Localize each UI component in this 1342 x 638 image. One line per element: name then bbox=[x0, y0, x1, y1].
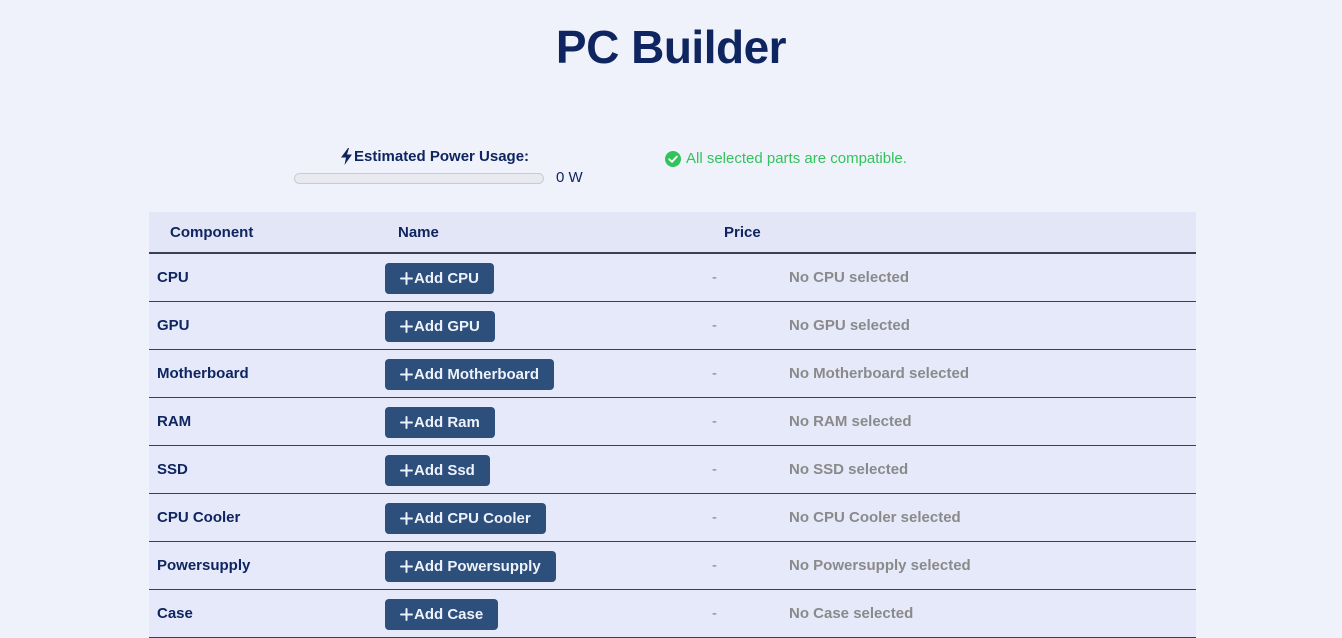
plus-icon bbox=[400, 272, 413, 285]
component-name: GPU bbox=[157, 317, 190, 334]
power-usage-bar bbox=[294, 173, 544, 184]
component-name: SSD bbox=[157, 461, 188, 478]
compatibility-message: All selected parts are compatible. bbox=[686, 150, 907, 167]
table-row: CPU Add CPU - No CPU selected bbox=[149, 254, 1196, 302]
table-row: Case Add Case - No Case selected bbox=[149, 590, 1196, 638]
table-row: Motherboard Add Motherboard - No Motherb… bbox=[149, 350, 1196, 398]
part-price: - bbox=[712, 317, 717, 334]
table-row: RAM Add Ram - No RAM selected bbox=[149, 398, 1196, 446]
component-name: CPU Cooler bbox=[157, 509, 241, 526]
add-part-button-label: Add Ssd bbox=[414, 462, 475, 479]
add-part-button-label: Add Powersupply bbox=[414, 558, 541, 575]
part-price: - bbox=[712, 413, 717, 430]
page-title: PC Builder bbox=[555, 21, 787, 73]
bolt-icon bbox=[340, 148, 353, 165]
component-name: RAM bbox=[157, 413, 192, 430]
power-usage-value: 0 W bbox=[556, 169, 583, 186]
part-price: - bbox=[712, 461, 717, 478]
add-part-button-label: Add Motherboard bbox=[414, 366, 539, 383]
part-selection-status: No CPU selected bbox=[789, 269, 910, 286]
part-selection-status: No Powersupply selected bbox=[789, 557, 971, 574]
plus-icon bbox=[400, 368, 413, 381]
table-row: SSD Add Ssd - No SSD selected bbox=[149, 446, 1196, 494]
component-name: CPU bbox=[157, 269, 189, 286]
parts-table: Component Name Price CPU Add CPU - No CP… bbox=[149, 212, 1196, 638]
table-body: CPU Add CPU - No CPU selected GPU Add GP… bbox=[149, 254, 1196, 638]
header-name: Name bbox=[398, 224, 439, 241]
part-price: - bbox=[712, 509, 717, 526]
add-part-button-label: Add Case bbox=[414, 606, 484, 623]
plus-icon bbox=[400, 416, 413, 429]
part-price: - bbox=[712, 605, 717, 622]
header-price: Price bbox=[724, 224, 761, 241]
add-part-button[interactable]: Add Ssd bbox=[385, 455, 490, 486]
part-selection-status: No CPU Cooler selected bbox=[789, 509, 961, 526]
add-part-button[interactable]: Add Ram bbox=[385, 407, 495, 438]
component-name: Powersupply bbox=[157, 557, 251, 574]
power-usage-label: Estimated Power Usage: bbox=[354, 148, 530, 165]
add-part-button[interactable]: Add Powersupply bbox=[385, 551, 556, 582]
header-component: Component bbox=[170, 224, 254, 241]
table-header: Component Name Price bbox=[149, 212, 1196, 254]
add-part-button-label: Add CPU Cooler bbox=[414, 510, 531, 527]
component-name: Motherboard bbox=[157, 365, 249, 382]
add-part-button[interactable]: Add CPU Cooler bbox=[385, 503, 546, 534]
table-row: CPU Cooler Add CPU Cooler - No CPU Coole… bbox=[149, 494, 1196, 542]
compatibility-status: All selected parts are compatible. bbox=[665, 150, 907, 167]
plus-icon bbox=[400, 512, 413, 525]
part-price: - bbox=[712, 365, 717, 382]
add-part-button[interactable]: Add GPU bbox=[385, 311, 495, 342]
part-selection-status: No GPU selected bbox=[789, 317, 910, 334]
add-part-button-label: Add Ram bbox=[414, 414, 480, 431]
component-name: Case bbox=[157, 605, 193, 622]
part-price: - bbox=[712, 557, 717, 574]
check-circle-icon bbox=[665, 150, 681, 167]
part-selection-status: No Case selected bbox=[789, 605, 914, 622]
add-part-button[interactable]: Add CPU bbox=[385, 263, 494, 294]
table-row: Powersupply Add Powersupply - No Powersu… bbox=[149, 542, 1196, 590]
table-row: GPU Add GPU - No GPU selected bbox=[149, 302, 1196, 350]
part-selection-status: No Motherboard selected bbox=[789, 365, 970, 382]
add-part-button-label: Add CPU bbox=[414, 270, 479, 287]
part-selection-status: No RAM selected bbox=[789, 413, 912, 430]
plus-icon bbox=[400, 320, 413, 333]
add-part-button[interactable]: Add Motherboard bbox=[385, 359, 554, 390]
part-price: - bbox=[712, 269, 717, 286]
add-part-button-label: Add GPU bbox=[414, 318, 480, 335]
plus-icon bbox=[400, 560, 413, 573]
plus-icon bbox=[400, 464, 413, 477]
plus-icon bbox=[400, 608, 413, 621]
power-usage-label-wrap: Estimated Power Usage: bbox=[340, 148, 529, 165]
part-selection-status: No SSD selected bbox=[789, 461, 909, 478]
add-part-button[interactable]: Add Case bbox=[385, 599, 499, 630]
